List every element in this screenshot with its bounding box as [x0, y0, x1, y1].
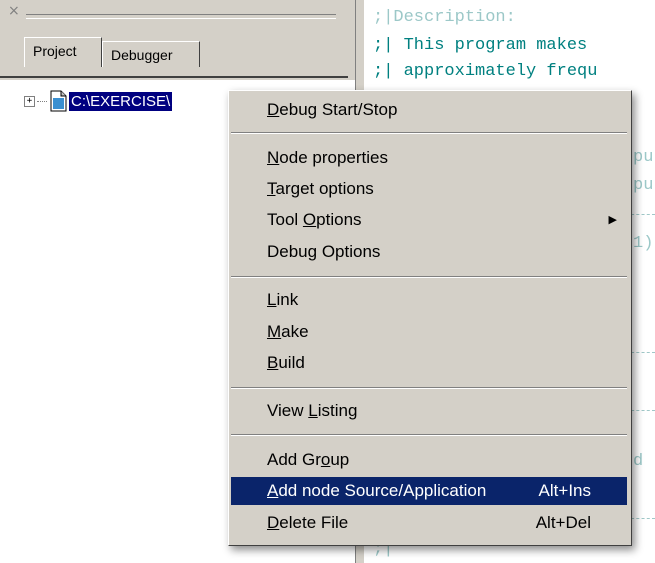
- menu-item-link[interactable]: Link: [231, 286, 627, 314]
- code-fragment: 1): [633, 234, 654, 253]
- menu-item-debug-options[interactable]: Debug Options: [231, 238, 627, 266]
- menu-item-add-group[interactable]: Add Group: [231, 446, 627, 474]
- menu-item-delete-file[interactable]: Delete File Alt+Del: [231, 509, 627, 537]
- code-line: ;| approximately frequ: [373, 62, 598, 81]
- tab-strip-divider: [0, 70, 348, 78]
- menu-item-build[interactable]: Build: [231, 349, 627, 377]
- tree-item-project[interactable]: + C:\EXERCISE\: [24, 89, 173, 113]
- project-file-icon: [50, 90, 67, 112]
- menu-separator: [231, 387, 627, 389]
- context-menu: Debug Start/Stop Node properties Target …: [228, 90, 632, 546]
- menu-item-target-options[interactable]: Target options: [231, 175, 627, 203]
- close-icon[interactable]: ×: [8, 3, 20, 19]
- shortcut-label: Alt+Ins: [538, 481, 591, 500]
- menu-item-debug-start-stop[interactable]: Debug Start/Stop: [231, 96, 627, 124]
- submenu-arrow-icon: ▶: [608, 214, 617, 226]
- menu-item-tool-options[interactable]: Tool Options ▶: [231, 206, 627, 234]
- expand-icon[interactable]: +: [24, 95, 35, 107]
- tab-project[interactable]: Project: [24, 37, 102, 67]
- menu-separator: [231, 276, 627, 278]
- menu-item-make[interactable]: Make: [231, 318, 627, 346]
- menu-item-node-properties[interactable]: Node properties: [231, 144, 627, 172]
- shortcut-label: Alt+Del: [535, 513, 591, 532]
- tree-connector: [37, 100, 47, 102]
- code-line: ;|Description:: [373, 8, 516, 27]
- code-fragment: pu: [633, 176, 654, 195]
- menu-separator: [231, 434, 627, 436]
- code-fragment: pu: [633, 148, 654, 167]
- menu-item-add-node-source-application[interactable]: Add node Source/Application Alt+Ins: [231, 477, 627, 505]
- menu-item-view-listing[interactable]: View Listing: [231, 397, 627, 425]
- panel-grip: [26, 14, 336, 19]
- code-line: ;| This program makes: [373, 36, 588, 55]
- menu-separator: [231, 132, 627, 134]
- code-fragment: d: [633, 452, 644, 471]
- tree-item-label: C:\EXERCISE\: [69, 91, 173, 111]
- tab-debugger[interactable]: Debugger: [102, 41, 200, 67]
